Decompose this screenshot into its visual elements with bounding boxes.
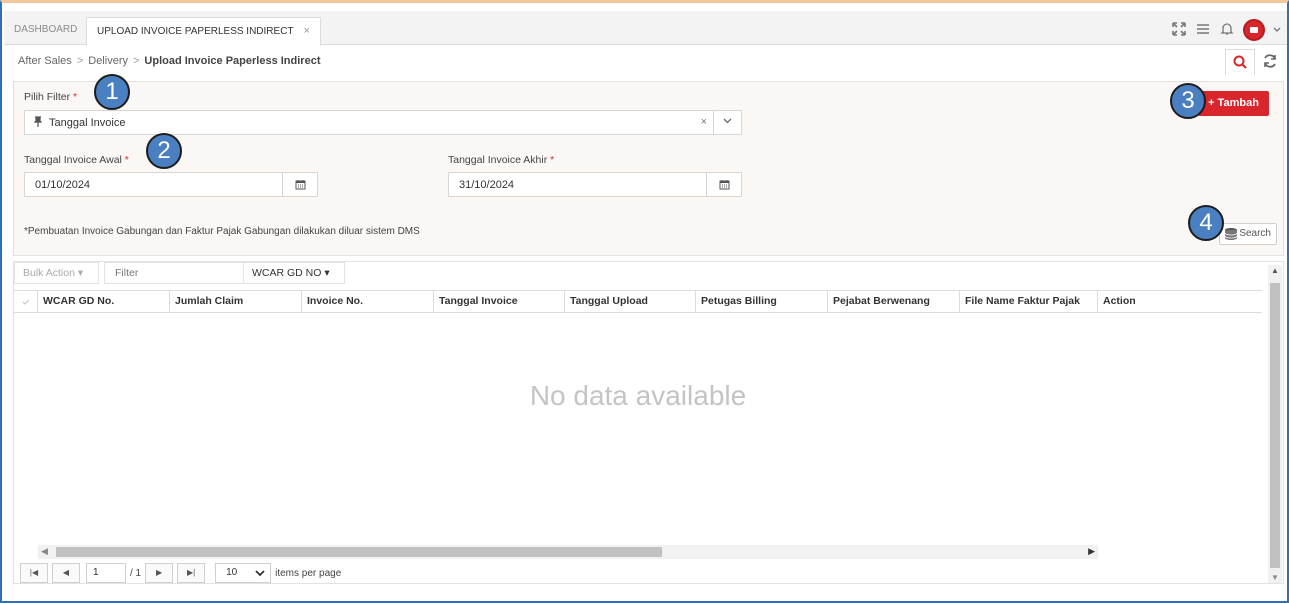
scrollbar-thumb[interactable] — [1270, 283, 1280, 568]
breadcrumb-separator: > — [132, 55, 140, 67]
scroll-left-icon[interactable]: ◀ — [41, 546, 48, 557]
column-header[interactable]: Invoice No. — [301, 291, 433, 312]
prev-page-button[interactable]: ◀ — [52, 563, 80, 583]
grid-filter-input[interactable] — [105, 263, 243, 283]
tanggal-awal-field[interactable]: 01/10/2024 — [24, 172, 318, 197]
pilih-filter-value: Tanggal Invoice — [49, 117, 126, 129]
top-icons — [1171, 19, 1281, 41]
search-icon — [1233, 55, 1247, 69]
items-per-page-label: items per page — [275, 567, 342, 579]
bulk-action-dropdown[interactable]: Bulk Action ▾ — [14, 262, 99, 284]
page-total: / 1 — [130, 567, 142, 579]
scroll-up-icon[interactable]: ▲ — [1271, 266, 1279, 275]
page-size-select[interactable]: 10 — [215, 563, 272, 584]
app-window: DASHBOARD UPLOAD INVOICE PAPERLESS INDIR… — [0, 0, 1289, 603]
tanggal-awal-label: Tanggal Invoice Awal * — [24, 154, 129, 166]
scroll-right-icon[interactable]: ▶ — [1088, 546, 1095, 557]
column-header[interactable]: Action — [1097, 291, 1262, 312]
tanggal-awal-value: 01/10/2024 — [35, 179, 91, 191]
select-all-checkbox[interactable] — [14, 291, 37, 312]
callout-badge-3: 3 — [1170, 83, 1206, 119]
page-number-input[interactable]: 1 — [86, 563, 126, 583]
column-header[interactable]: Petugas Billing — [695, 291, 827, 312]
empty-state-text: No data available — [529, 380, 747, 411]
close-tab-icon[interactable]: × — [304, 25, 310, 37]
tanggal-akhir-field[interactable]: 31/10/2024 — [448, 172, 742, 197]
scroll-down-icon[interactable]: ▼ — [1271, 573, 1279, 582]
tanggal-akhir-label: Tanggal Invoice Akhir * — [448, 154, 555, 166]
clear-icon[interactable]: × — [701, 116, 707, 128]
pilih-filter-label: Pilih Filter * — [24, 91, 78, 103]
search-button[interactable]: Search — [1219, 223, 1277, 245]
database-search-icon — [1224, 227, 1240, 250]
data-grid: Bulk Action ▾ WCAR GD NO ▾ WCAR GD No. J… — [13, 261, 1284, 584]
search-button-label: Search — [1239, 228, 1271, 239]
first-page-button[interactable]: |◀ — [20, 563, 48, 583]
breadcrumb: After Sales > Delivery > Upload Invoice Pape… — [18, 55, 320, 67]
note-text: *Pembuatan Invoice Gabungan dan Faktur P… — [24, 226, 420, 237]
filter-input-wrap — [104, 262, 244, 284]
refresh-icon[interactable] — [1261, 53, 1279, 71]
calendar-icon[interactable] — [706, 173, 741, 196]
column-header[interactable]: Tanggal Invoice — [433, 291, 564, 312]
column-header[interactable]: Tanggal Upload — [564, 291, 695, 312]
bell-icon[interactable] — [1219, 22, 1235, 38]
tambah-button[interactable]: + Tambah — [1198, 91, 1269, 116]
callout-badge-1: 1 — [94, 74, 130, 110]
pilih-filter-select[interactable]: Tanggal Invoice × — [24, 110, 742, 135]
search-toggle-button[interactable] — [1225, 49, 1255, 77]
tanggal-akhir-value: 31/10/2024 — [459, 179, 515, 191]
pager: |◀ ◀ 1 / 1 ▶ ▶| 10 items per page — [20, 562, 345, 584]
chevron-down-icon[interactable] — [713, 111, 741, 134]
column-header[interactable]: File Name Faktur Pajak — [959, 291, 1097, 312]
tab-dashboard[interactable]: DASHBOARD — [4, 17, 87, 45]
scrollbar-thumb[interactable] — [56, 547, 662, 557]
pin-icon — [33, 116, 43, 130]
next-page-button[interactable]: ▶ — [145, 563, 174, 583]
last-page-button[interactable]: ▶| — [177, 563, 206, 583]
column-header[interactable]: WCAR GD No. — [37, 291, 169, 312]
callout-badge-4: 4 — [1188, 205, 1224, 241]
tab-bar: DASHBOARD UPLOAD INVOICE PAPERLESS INDIR… — [4, 11, 1287, 46]
table-header: WCAR GD No. Jumlah Claim Invoice No. Tan… — [14, 290, 1262, 313]
tab-label: DASHBOARD — [14, 24, 78, 35]
vertical-scrollbar[interactable]: ▲ ▼ — [1268, 265, 1282, 583]
filter-panel: Pilih Filter * Tanggal Invoice × Tanggal… — [13, 81, 1284, 256]
avatar[interactable] — [1243, 19, 1265, 41]
horizontal-scrollbar[interactable]: ◀ ▶ — [38, 545, 1098, 559]
breadcrumb-after-sales[interactable]: After Sales — [18, 55, 72, 67]
chevron-down-icon — [255, 564, 265, 584]
calendar-icon[interactable] — [282, 173, 317, 196]
tab-label: UPLOAD INVOICE PAPERLESS INDIRECT — [97, 26, 294, 37]
breadcrumb-separator: > — [76, 55, 84, 67]
breadcrumb-delivery[interactable]: Delivery — [88, 55, 128, 67]
menu-icon[interactable] — [1195, 22, 1211, 38]
tab-upload-invoice[interactable]: UPLOAD INVOICE PAPERLESS INDIRECT × — [86, 17, 321, 46]
page-size-value: 10 — [226, 567, 238, 578]
column-header[interactable]: Jumlah Claim — [169, 291, 301, 312]
callout-badge-2: 2 — [146, 133, 182, 169]
breadcrumb-current: Upload Invoice Paperless Indirect — [144, 55, 321, 67]
fullscreen-icon[interactable] — [1171, 22, 1187, 38]
column-header[interactable]: Pejabat Berwenang — [827, 291, 959, 312]
column-select-dropdown[interactable]: WCAR GD NO ▾ — [243, 262, 345, 284]
chevron-down-icon[interactable] — [1273, 22, 1281, 38]
